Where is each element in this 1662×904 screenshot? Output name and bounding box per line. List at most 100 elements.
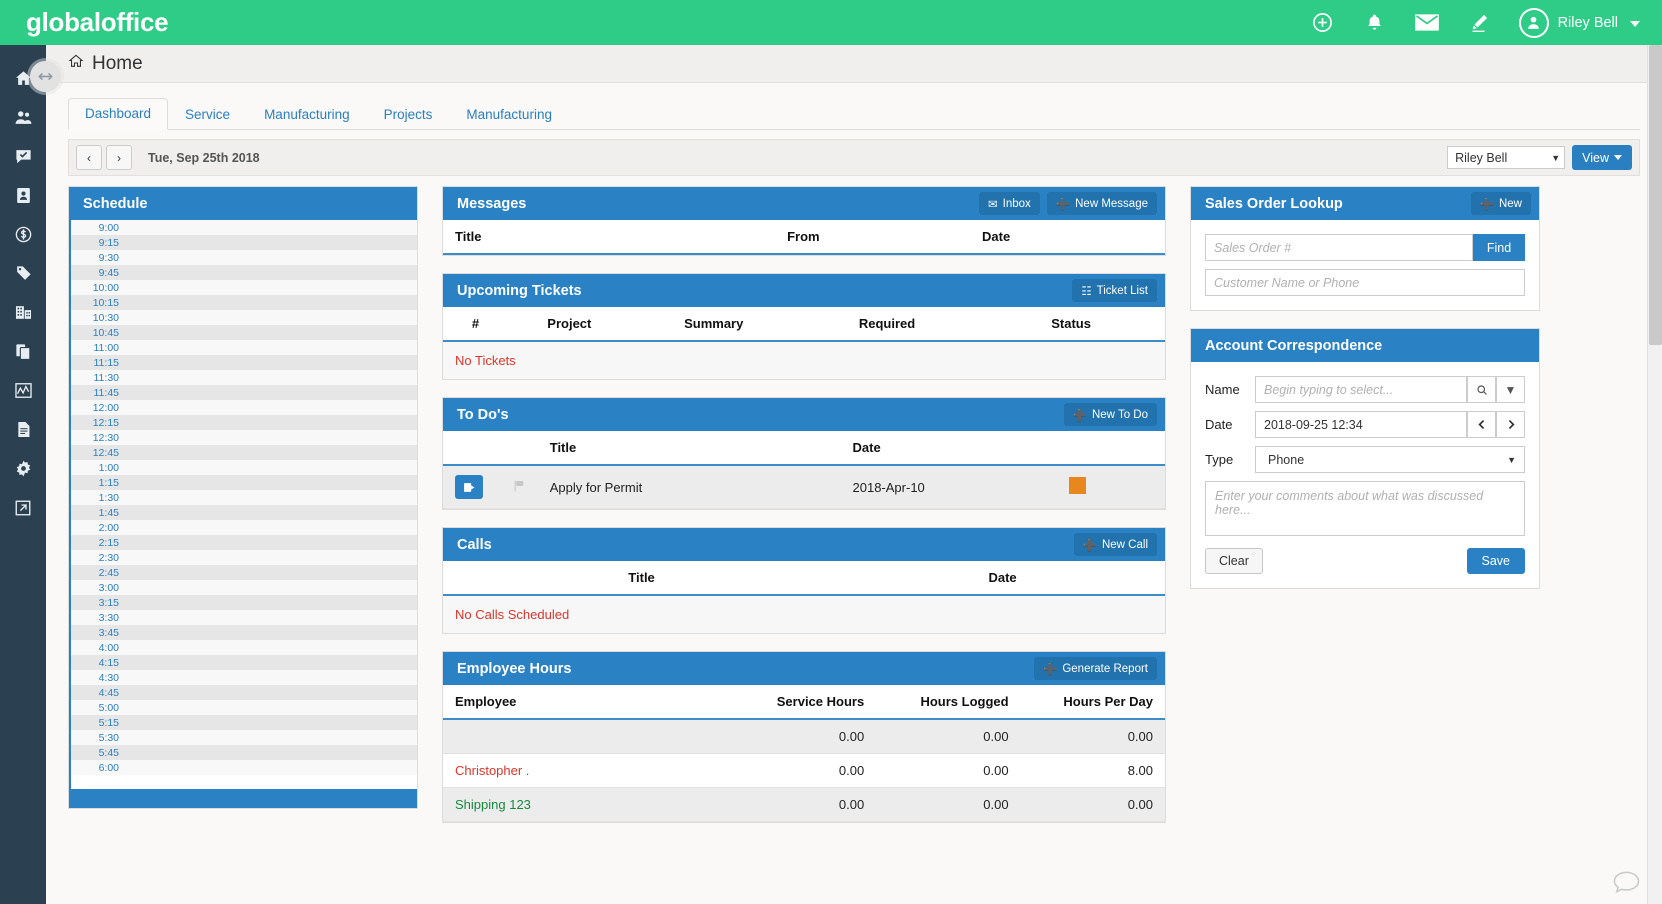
schedule-slot[interactable]: 10:30: [71, 310, 417, 325]
sidebar-item-sales[interactable]: [0, 215, 46, 254]
find-button[interactable]: Find: [1473, 234, 1525, 261]
schedule-slot[interactable]: 11:00: [71, 340, 417, 355]
prev-day-button[interactable]: ‹: [76, 145, 102, 170]
schedule-slot[interactable]: 2:45: [71, 565, 417, 580]
schedule-slot[interactable]: 2:30: [71, 550, 417, 565]
edit-pencil-icon[interactable]: [1453, 0, 1505, 45]
schedule-slot[interactable]: 5:15: [71, 715, 417, 730]
eh-col-logged: Hours Logged: [876, 685, 1021, 720]
new-message-button[interactable]: ➕ New Message: [1046, 192, 1157, 215]
schedule-slot[interactable]: 12:30: [71, 430, 417, 445]
sidebar-item-address-book[interactable]: [0, 176, 46, 215]
schedule-slot[interactable]: 4:15: [71, 655, 417, 670]
user-filter-select[interactable]: Riley Bell ▼: [1447, 146, 1566, 169]
new-todo-button[interactable]: ➕ New To Do: [1063, 403, 1157, 426]
page-scrollbar[interactable]: [1647, 45, 1662, 904]
schedule-slot[interactable]: 1:15: [71, 475, 417, 490]
tab-dashboard[interactable]: Dashboard: [68, 98, 169, 130]
tab-manufacturing[interactable]: Manufacturing: [247, 99, 367, 130]
tab-manufacturing-2[interactable]: Manufacturing: [449, 99, 569, 130]
table-row[interactable]: Christopher . 0.00 0.00 8.00: [443, 753, 1165, 788]
date-input[interactable]: 2018-09-25 12:34: [1255, 411, 1467, 438]
date-prev-icon[interactable]: [1467, 411, 1496, 438]
user-menu[interactable]: Riley Bell: [1518, 7, 1640, 38]
search-icon[interactable]: [1467, 376, 1496, 403]
schedule-slot[interactable]: 12:00: [71, 400, 417, 415]
schedule-slot[interactable]: 3:15: [71, 595, 417, 610]
save-button[interactable]: Save: [1466, 548, 1525, 574]
schedule-slot[interactable]: 5:45: [71, 745, 417, 760]
schedule-slot[interactable]: 4:45: [71, 685, 417, 700]
sidebar-item-contacts[interactable]: [0, 98, 46, 137]
generate-report-button[interactable]: ➕ Generate Report: [1034, 657, 1157, 680]
flag-icon[interactable]: [513, 480, 526, 496]
schedule-slot[interactable]: 9:45: [71, 265, 417, 280]
schedule-slot[interactable]: 2:00: [71, 520, 417, 535]
open-todo-icon[interactable]: [455, 475, 483, 499]
sidebar-item-reports[interactable]: [0, 371, 46, 410]
schedule-slot[interactable]: 3:30: [71, 610, 417, 625]
top-navigation-bar: globaloffice Riley Bell: [0, 0, 1662, 45]
schedule-slot-list[interactable]: 9:00 9:15 9:30 9:45 10:00 10:15 10:30 10:45 11:0…: [69, 220, 417, 789]
clear-button[interactable]: Clear: [1205, 548, 1263, 574]
sales-order-input[interactable]: Sales Order #: [1205, 234, 1473, 261]
new-sales-order-button[interactable]: ➕ New: [1470, 192, 1531, 215]
type-select[interactable]: Phone ▼: [1255, 446, 1525, 473]
schedule-slot[interactable]: 4:30: [71, 670, 417, 685]
sidebar-item-files[interactable]: [0, 410, 46, 449]
schedule-slot[interactable]: 10:00: [71, 280, 417, 295]
schedule-title: Schedule: [83, 195, 148, 212]
mail-envelope-icon[interactable]: [1401, 0, 1453, 45]
customer-input[interactable]: Customer Name or Phone: [1205, 269, 1525, 296]
eh-employee-cell[interactable]: Shipping 123: [443, 787, 732, 822]
date-next-icon[interactable]: [1496, 411, 1525, 438]
schedule-slot[interactable]: 2:15: [71, 535, 417, 550]
schedule-slot[interactable]: 11:30: [71, 370, 417, 385]
sidebar-item-tags[interactable]: [0, 254, 46, 293]
new-call-button[interactable]: ➕ New Call: [1073, 533, 1157, 556]
notifications-bell-icon[interactable]: [1349, 0, 1401, 45]
schedule-slot[interactable]: 5:00: [71, 700, 417, 715]
schedule-slot[interactable]: 5:30: [71, 730, 417, 745]
sidebar-item-documents-copy[interactable]: [0, 332, 46, 371]
tab-projects[interactable]: Projects: [367, 99, 450, 130]
schedule-slot[interactable]: 9:15: [71, 235, 417, 250]
schedule-slot[interactable]: 6:00: [71, 760, 417, 775]
sidebar-item-company[interactable]: [0, 293, 46, 332]
schedule-slot[interactable]: 12:15: [71, 415, 417, 430]
schedule-slot[interactable]: 3:45: [71, 625, 417, 640]
view-button[interactable]: View: [1572, 145, 1632, 170]
comments-textarea[interactable]: Enter your comments about what was discu…: [1205, 481, 1525, 536]
schedule-slot-time: 5:30: [98, 731, 119, 744]
sidebar-item-messages[interactable]: [0, 137, 46, 176]
schedule-slot[interactable]: 11:45: [71, 385, 417, 400]
schedule-slot[interactable]: 4:00: [71, 640, 417, 655]
add-circle-icon[interactable]: [1297, 0, 1349, 45]
schedule-slot[interactable]: 10:45: [71, 325, 417, 340]
schedule-slot[interactable]: 11:15: [71, 355, 417, 370]
ticket-list-button[interactable]: ☷ Ticket List: [1072, 279, 1157, 302]
schedule-slot[interactable]: 9:30: [71, 250, 417, 265]
next-day-button[interactable]: ›: [106, 145, 132, 170]
name-dropdown-icon[interactable]: ▼: [1496, 376, 1525, 403]
table-row[interactable]: 0.00 0.00 0.00: [443, 719, 1165, 754]
table-row[interactable]: Shipping 123 0.00 0.00 0.00: [443, 787, 1165, 822]
name-input[interactable]: Begin typing to select...: [1255, 376, 1467, 403]
scrollbar-thumb[interactable]: [1649, 45, 1662, 345]
schedule-slot[interactable]: 3:00: [71, 580, 417, 595]
table-row[interactable]: Apply for Permit 2018-Apr-10: [443, 465, 1165, 509]
sidebar-item-settings[interactable]: [0, 449, 46, 488]
schedule-slot[interactable]: 1:00: [71, 460, 417, 475]
schedule-slot[interactable]: 12:45: [71, 445, 417, 460]
tab-service[interactable]: Service: [168, 99, 247, 130]
schedule-slot[interactable]: 10:15: [71, 295, 417, 310]
sidebar-item-external[interactable]: [0, 488, 46, 527]
correspondence-header: Account Correspondence: [1191, 329, 1539, 362]
sidebar-toggle-icon[interactable]: [30, 61, 61, 92]
chat-bubble-icon[interactable]: [1613, 870, 1640, 894]
schedule-slot[interactable]: 9:00: [71, 220, 417, 235]
inbox-button[interactable]: ✉ Inbox: [979, 192, 1040, 215]
schedule-slot[interactable]: 1:45: [71, 505, 417, 520]
eh-employee-cell[interactable]: Christopher .: [443, 753, 732, 788]
schedule-slot[interactable]: 1:30: [71, 490, 417, 505]
